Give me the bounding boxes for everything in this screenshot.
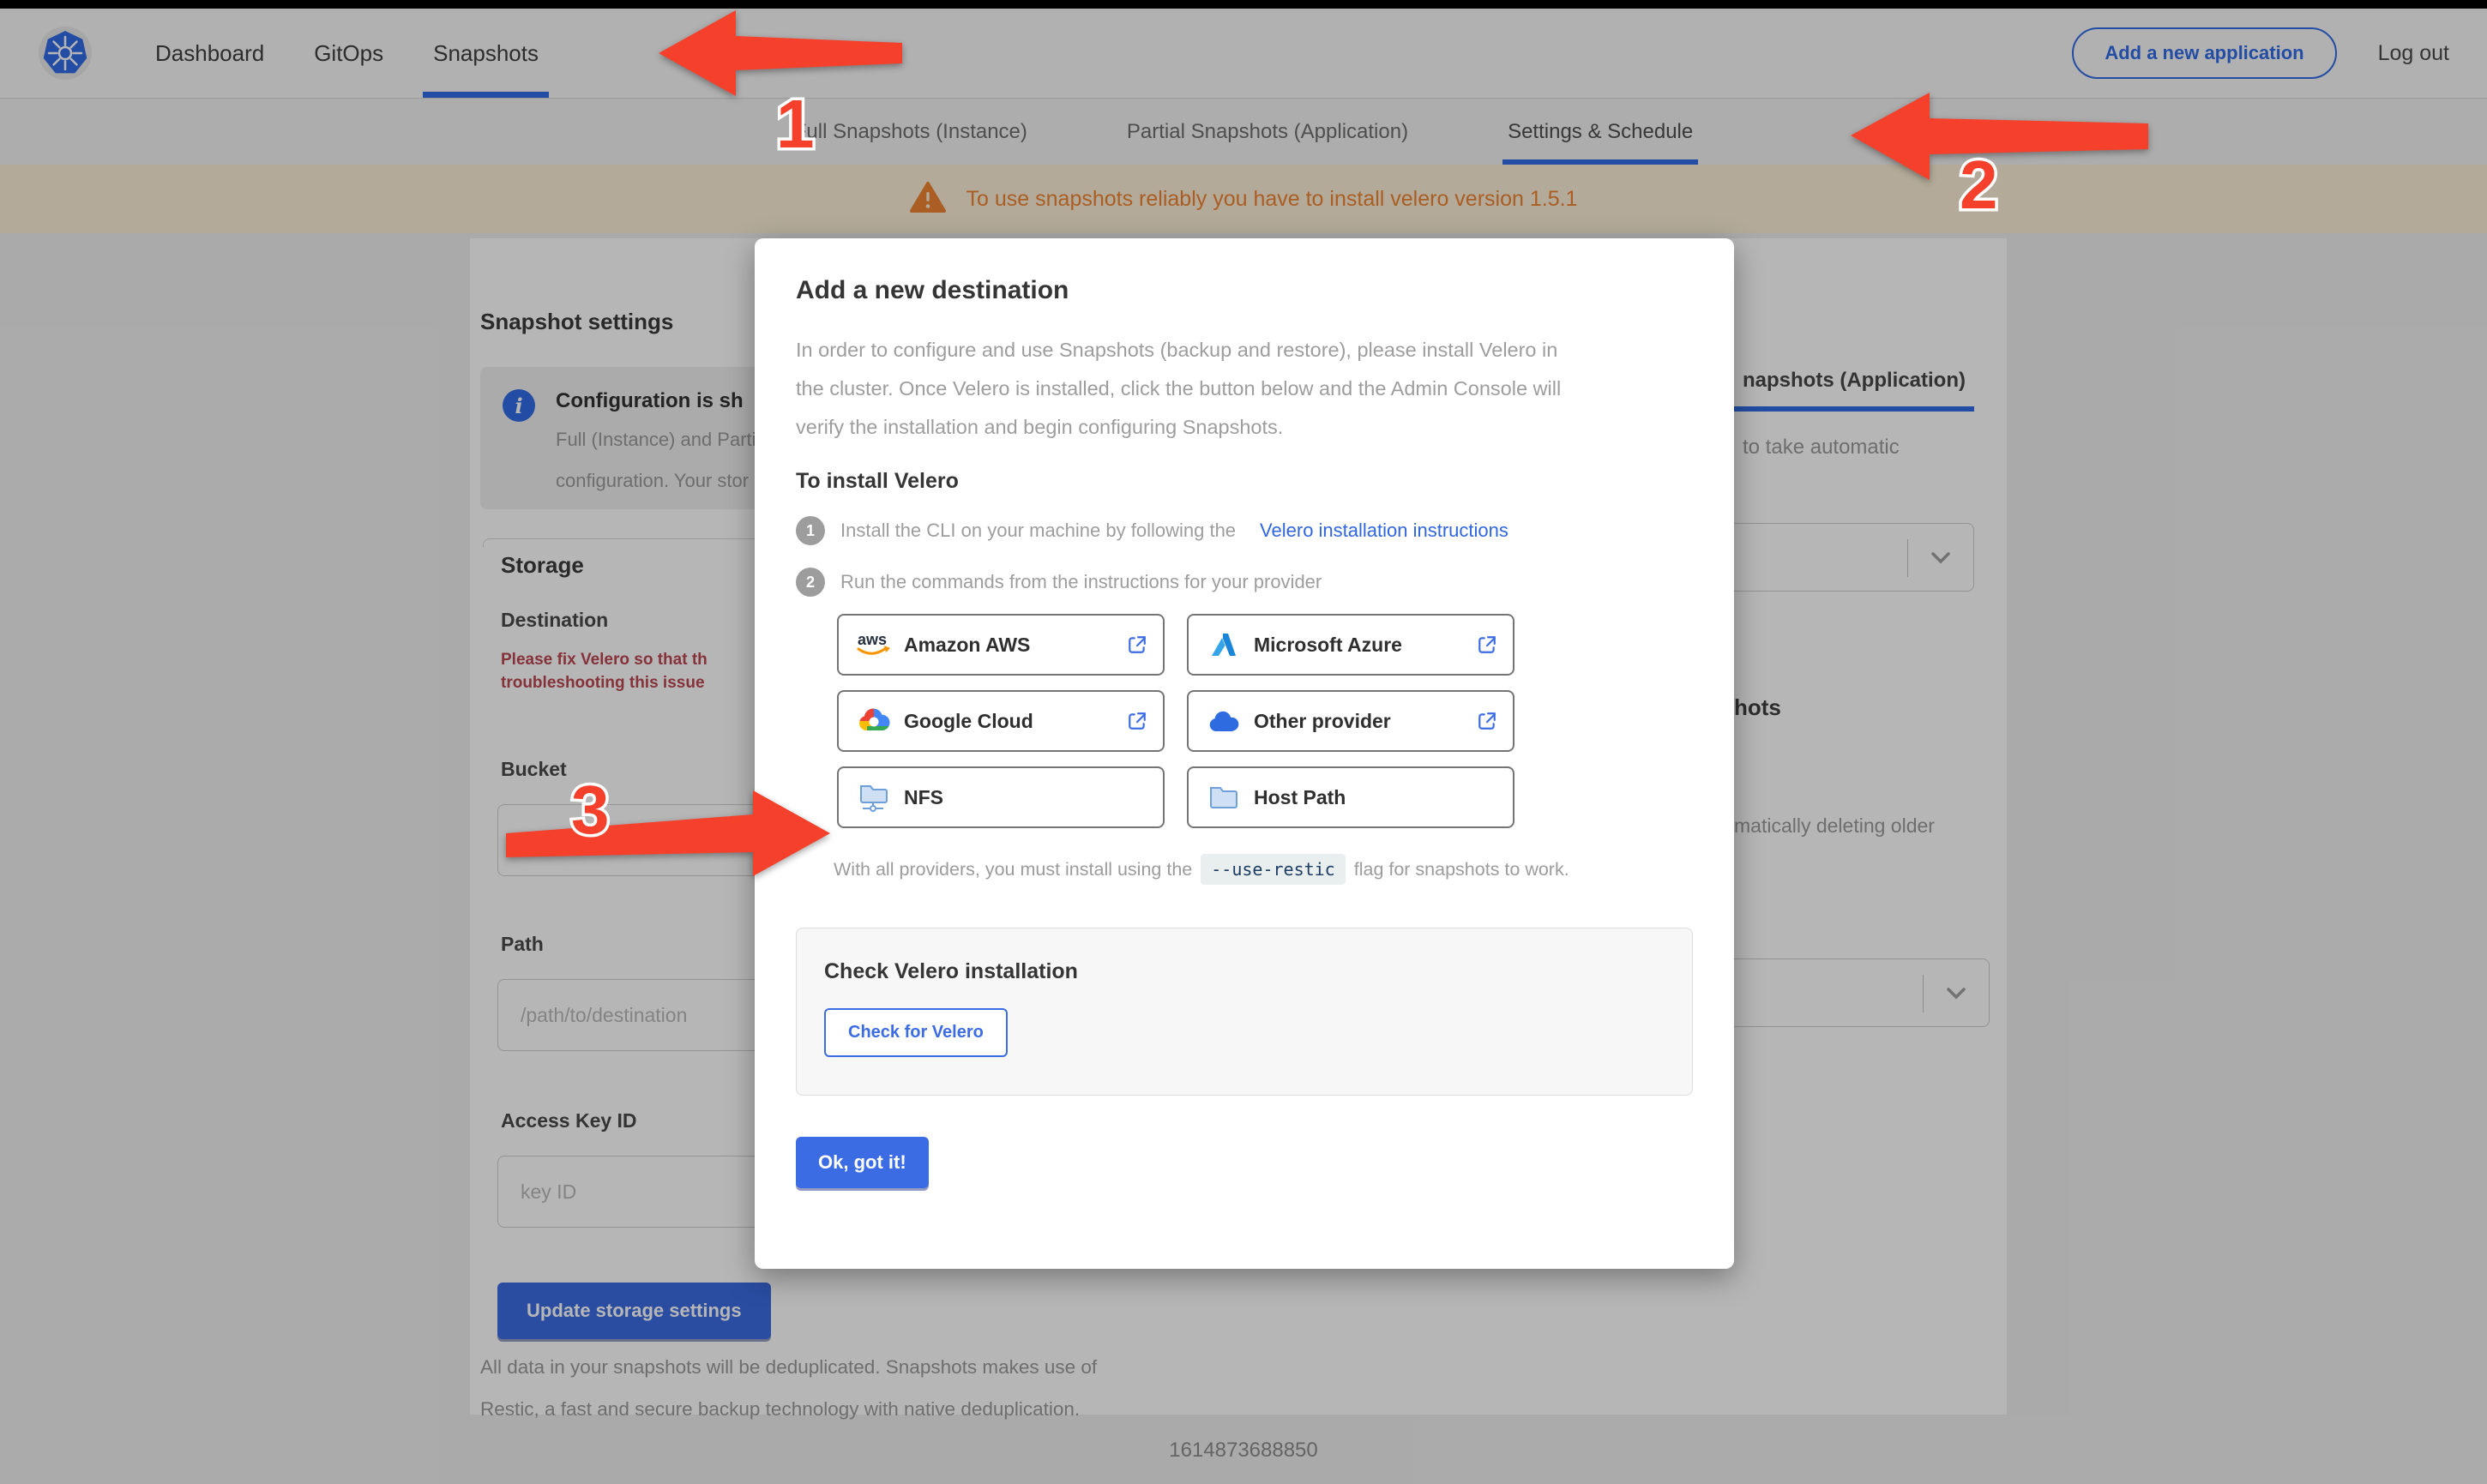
provider-host-path-button[interactable]: Host Path: [1187, 766, 1514, 828]
svg-text:aws: aws: [858, 631, 887, 648]
provider-label: NFS: [904, 786, 943, 809]
admin-console-screen: Dashboard GitOps Snapshots Add a new app…: [0, 0, 2487, 1484]
modal-intro: In order to configure and use Snapshots …: [796, 331, 1572, 447]
install-step-2: 2 Run the commands from the instructions…: [796, 568, 1693, 597]
azure-icon: [1204, 632, 1244, 658]
check-velero-heading: Check Velero installation: [824, 959, 1665, 984]
provider-label: Host Path: [1254, 786, 1346, 809]
restic-note: With all providers, you must install usi…: [834, 854, 1693, 885]
cloud-icon: [1204, 709, 1244, 733]
install-step-1: 1 Install the CLI on your machine by fol…: [796, 516, 1693, 545]
external-link-icon: [1127, 711, 1147, 731]
install-velero-heading: To install Velero: [796, 469, 1693, 494]
provider-other-button[interactable]: Other provider: [1187, 690, 1514, 752]
aws-icon: aws: [854, 631, 894, 658]
external-link-icon: [1477, 634, 1497, 655]
nfs-icon: [854, 782, 894, 813]
ok-got-it-button[interactable]: Ok, got it!: [796, 1137, 929, 1188]
check-for-velero-button[interactable]: Check for Velero: [824, 1008, 1008, 1057]
step-2-text: Run the commands from the instructions f…: [840, 571, 1322, 593]
provider-nfs-button[interactable]: NFS: [837, 766, 1165, 828]
provider-google-cloud-button[interactable]: Google Cloud: [837, 690, 1165, 752]
provider-label: Other provider: [1254, 710, 1391, 733]
restic-note-before: With all providers, you must install usi…: [834, 859, 1192, 880]
restic-note-after: flag for snapshots to work.: [1354, 859, 1569, 880]
step-2-badge: 2: [796, 568, 825, 597]
add-destination-modal: Add a new destination In order to config…: [755, 238, 1734, 1269]
provider-label: Amazon AWS: [904, 634, 1030, 657]
external-link-icon: [1127, 634, 1147, 655]
step-1-badge: 1: [796, 516, 825, 545]
google-cloud-icon: [854, 708, 894, 734]
provider-label: Microsoft Azure: [1254, 634, 1402, 657]
velero-instructions-link[interactable]: Velero installation instructions: [1260, 520, 1508, 542]
check-velero-section: Check Velero installation Check for Vele…: [796, 928, 1693, 1096]
use-restic-flag-chip: --use-restic: [1201, 854, 1346, 885]
provider-microsoft-azure-button[interactable]: Microsoft Azure: [1187, 614, 1514, 676]
host-path-folder-icon: [1204, 784, 1244, 810]
modal-title: Add a new destination: [796, 276, 1693, 305]
provider-grid: aws Amazon AWS: [837, 614, 1693, 828]
provider-label: Google Cloud: [904, 710, 1033, 733]
step-1-text: Install the CLI on your machine by follo…: [840, 520, 1236, 542]
provider-amazon-aws-button[interactable]: aws Amazon AWS: [837, 614, 1165, 676]
external-link-icon: [1477, 711, 1497, 731]
